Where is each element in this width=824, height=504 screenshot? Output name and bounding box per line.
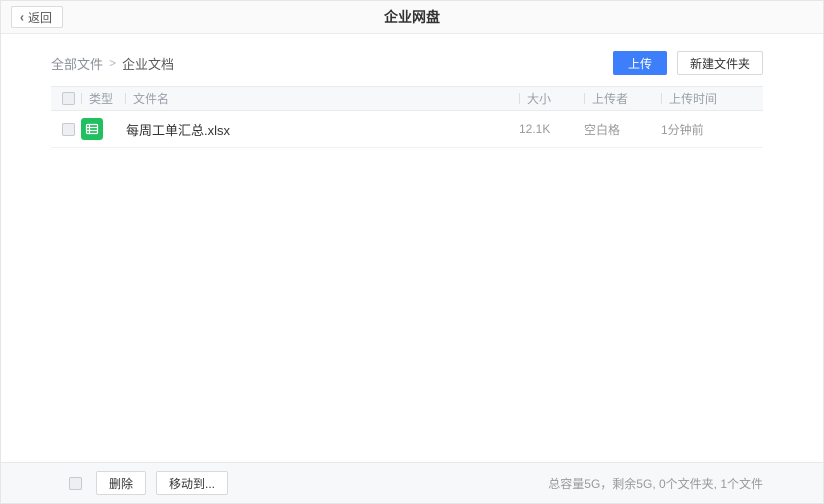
main-content: 全部文件 > 企业文档 上传 新建文件夹 类型 文件名 大小	[1, 34, 823, 462]
delete-button[interactable]: 删除	[96, 471, 146, 495]
toolbar: 全部文件 > 企业文档 上传 新建文件夹	[51, 40, 763, 86]
breadcrumb: 全部文件 > 企业文档	[51, 54, 174, 73]
select-all-checkbox[interactable]	[62, 92, 75, 105]
back-button-label: 返回	[28, 9, 52, 26]
row-name-cell: 每周工单汇总.xlsx	[125, 120, 519, 139]
row-size-cell: 12.1K	[519, 122, 584, 136]
excel-file-icon	[81, 118, 103, 140]
row-time-cell: 1分钟前	[661, 121, 763, 138]
row-uploader-cell: 空白格	[584, 121, 661, 138]
column-divider	[584, 93, 585, 104]
column-header-type: 类型	[89, 90, 113, 107]
column-header-size: 大小	[527, 90, 551, 107]
column-divider	[661, 93, 662, 104]
column-header-uploader: 上传者	[592, 90, 628, 107]
back-button[interactable]: ‹ 返回	[11, 6, 63, 28]
table-header: 类型 文件名 大小 上传者 上传时间	[51, 86, 763, 111]
breadcrumb-current: 企业文档	[122, 54, 174, 73]
move-to-button[interactable]: 移动到...	[156, 471, 228, 495]
footer-select-all-checkbox[interactable]	[69, 477, 82, 490]
row-checkbox-cell	[51, 123, 81, 136]
table-row[interactable]: 每周工单汇总.xlsx 12.1K 空白格 1分钟前	[51, 111, 763, 148]
row-type-cell	[81, 118, 125, 140]
header-type-cell: 类型	[81, 90, 125, 107]
column-header-name: 文件名	[133, 90, 169, 107]
page-title: 企业网盘	[384, 7, 440, 27]
row-checkbox[interactable]	[62, 123, 75, 136]
file-uploader: 空白格	[584, 121, 620, 138]
header-time-cell: 上传时间	[661, 90, 763, 107]
column-divider	[81, 93, 82, 104]
column-divider	[519, 93, 520, 104]
file-size: 12.1K	[519, 122, 550, 136]
header-size-cell: 大小	[519, 90, 584, 107]
header-name-cell: 文件名	[125, 90, 519, 107]
column-divider	[125, 93, 126, 104]
top-bar: ‹ 返回 企业网盘	[1, 1, 823, 34]
file-upload-time: 1分钟前	[661, 121, 704, 138]
upload-button[interactable]: 上传	[613, 51, 667, 75]
storage-summary: 总容量5G，剩余5G, 0个文件夹, 1个文件	[548, 475, 763, 492]
breadcrumb-root[interactable]: 全部文件	[51, 54, 103, 73]
breadcrumb-separator: >	[109, 56, 116, 70]
column-header-time: 上传时间	[669, 90, 717, 107]
footer-bar: 删除 移动到... 总容量5G，剩余5G, 0个文件夹, 1个文件	[1, 462, 823, 503]
back-chevron-icon: ‹	[20, 9, 24, 24]
enterprise-drive-window: ‹ 返回 企业网盘 全部文件 > 企业文档 上传 新建文件夹 类型	[0, 0, 824, 504]
header-checkbox-cell	[51, 92, 81, 105]
new-folder-button[interactable]: 新建文件夹	[677, 51, 763, 75]
file-name[interactable]: 每周工单汇总.xlsx	[126, 120, 230, 139]
header-uploader-cell: 上传者	[584, 90, 661, 107]
